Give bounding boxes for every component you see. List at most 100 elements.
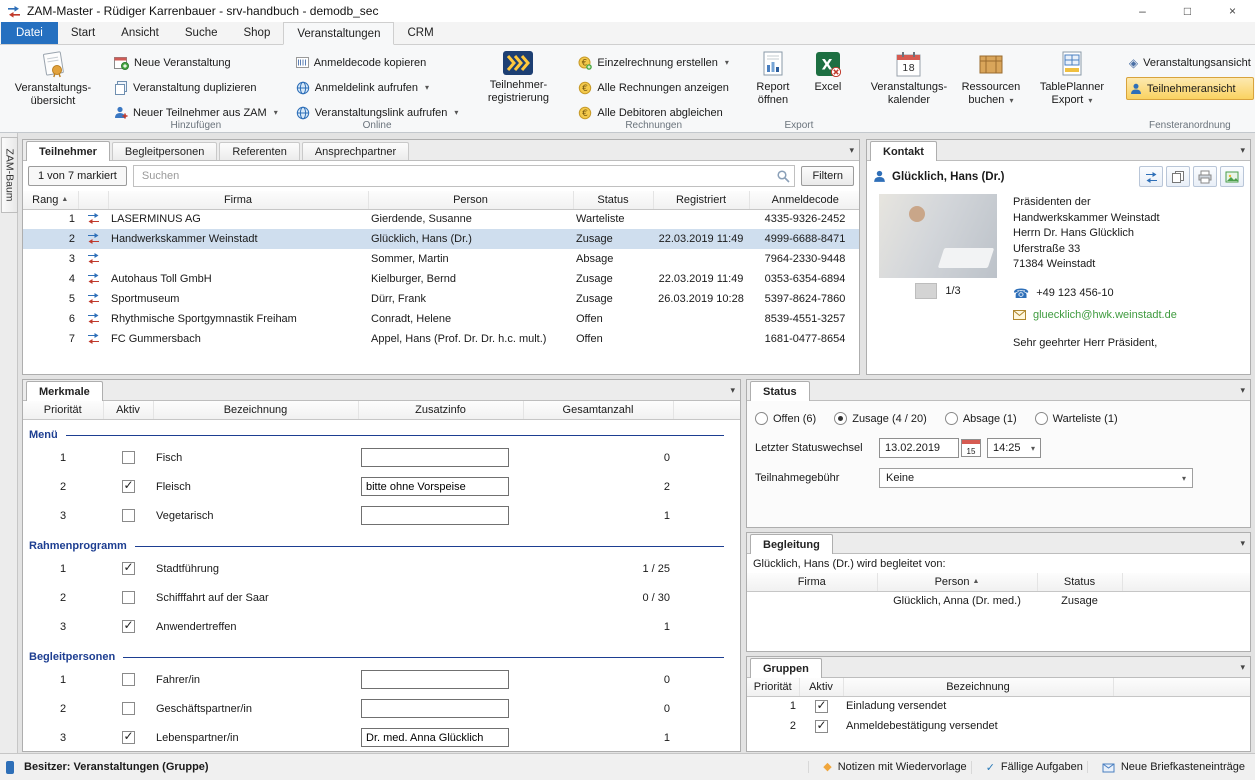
tab-merkmale[interactable]: Merkmale [26,381,103,401]
column-header-bezeichnung[interactable]: Bezeichnung [153,401,359,420]
aktiv-checkbox[interactable] [121,673,135,686]
tab-shop[interactable]: Shop [230,22,283,44]
participant-row[interactable]: 5 Sportmuseum Dürr, Frank Zusage 26.03.2… [23,289,859,309]
excel-button[interactable]: X Excel [802,49,854,96]
chevron-down-icon[interactable]: ▾ [1240,539,1245,548]
merkmal-row[interactable]: 1 Stadtführung 1 / 25 [23,554,740,583]
radio-warteliste[interactable]: Warteliste (1) [1034,412,1118,425]
participant-row[interactable]: 2 Handwerkskammer Weinstadt Glücklich, H… [23,229,859,249]
tab-kontakt[interactable]: Kontakt [870,141,937,161]
merkmal-row[interactable]: 3 Lebenspartner/in 1 [23,723,740,751]
zusatzinfo-input[interactable] [361,477,509,496]
tab-teilnehmer[interactable]: Teilnehmer [26,141,110,161]
merkmal-row[interactable]: 2 Fleisch 2 [23,472,740,501]
aktiv-checkbox[interactable] [121,560,135,575]
radio-absage[interactable]: Absage (1) [944,412,1017,425]
calendar-picker-button[interactable]: 15 [961,439,981,457]
statuswechsel-date-input[interactable]: 13.02.2019 [879,438,959,458]
column-header-prioritaet[interactable]: Priorität [23,401,104,420]
column-header-gesamtanzahl[interactable]: Gesamtanzahl [523,401,674,420]
merkmal-row[interactable]: 2 Schifffahrt auf der Saar 0 / 30 [23,583,740,612]
image-button[interactable] [1220,166,1244,187]
copy-button[interactable] [1166,166,1190,187]
zusatzinfo-input[interactable] [361,448,509,467]
column-header-firma[interactable]: Firma [108,191,369,210]
participant-row[interactable]: 7 FC Gummersbach Appel, Hans (Prof. Dr. … [23,329,859,349]
column-header-registriert[interactable]: Registriert [653,191,750,210]
aktiv-checkbox[interactable] [814,718,828,733]
tab-ansicht[interactable]: Ansicht [108,22,172,44]
ressourcen-buchen-button[interactable]: Ressourcen buchen ▾ [952,49,1030,109]
anmeldecode-kopieren-button[interactable]: Anmeldecode kopieren [293,52,462,73]
statuswechsel-time-input[interactable]: 14:25 ▾ [987,438,1041,458]
participant-row[interactable]: 1 LASERMINUS AG Gierdende, Susanne Warte… [23,209,859,229]
merkmal-row[interactable]: 3 Vegetarisch 1 [23,501,740,530]
teilnehmerregistrierung-button[interactable]: Teilnehmer-registrierung [473,49,563,107]
zusatzinfo-input[interactable] [361,506,509,525]
chevron-down-icon[interactable]: ▾ [1240,386,1245,395]
column-header-anmeldecode[interactable]: Anmeldecode [749,191,859,210]
participant-row[interactable]: 4 Autohaus Toll GmbH Kielburger, Bernd Z… [23,269,859,289]
radio-zusage[interactable]: Zusage (4 / 20) [834,412,927,425]
gruppen-row[interactable]: 1 Einladung versendet [747,696,1250,716]
column-header-rang[interactable]: Rang ▲ [23,191,79,210]
merkmal-row[interactable]: 1 Fahrer/in 0 [23,665,740,694]
faellige-aufgaben-item[interactable]: ✓ Fällige Aufgaben [970,760,1083,774]
aktiv-checkbox[interactable] [121,618,135,633]
photo-nav-button[interactable] [915,283,938,299]
veranstaltung-duplizieren-button[interactable]: Veranstaltung duplizieren [111,77,281,98]
aktiv-checkbox[interactable] [121,702,135,715]
column-header-firma[interactable]: Firma [747,573,878,592]
report-oeffnen-button[interactable]: Report öffnen [744,49,802,109]
close-button[interactable]: × [1210,0,1255,22]
column-header-bezeichnung[interactable]: Bezeichnung [843,678,1114,697]
column-header-icon[interactable] [78,191,109,210]
minimize-button[interactable]: – [1120,0,1165,22]
merkmal-row[interactable]: 3 Anwendertreffen 1 [23,612,740,641]
neue-veranstaltung-button[interactable]: Neue Veranstaltung [111,52,281,73]
veranstaltungskalender-button[interactable]: 18 Veranstaltungs-kalender [866,49,952,109]
column-header-prioritaet[interactable]: Priorität [747,678,800,697]
tab-datei[interactable]: Datei [1,22,58,44]
column-header-aktiv[interactable]: Aktiv [103,401,154,420]
aktiv-checkbox[interactable] [814,698,828,713]
chevron-down-icon[interactable]: ▾ [730,386,735,395]
zusatzinfo-input[interactable] [361,728,509,747]
alle-rechnungen-button[interactable]: € Alle Rechnungen anzeigen [575,77,732,98]
sync-button[interactable] [1139,166,1163,187]
merkmal-row[interactable]: 1 Fisch 0 [23,443,740,472]
tab-begleitpersonen[interactable]: Begleitpersonen [111,142,218,160]
zam-baum-tab[interactable]: ZAM-Baum [1,137,18,213]
anmeldelink-button[interactable]: Anmeldelink aufrufen ▾ [293,77,462,98]
column-header-status[interactable]: Status [573,191,654,210]
briefkasten-item[interactable]: Neue Briefkasteneinträge [1086,761,1245,773]
tab-referenten[interactable]: Referenten [219,142,300,160]
participant-row[interactable]: 3 Sommer, Martin Absage 7964-2330-9448 [23,249,859,269]
tab-gruppen[interactable]: Gruppen [750,658,822,678]
aktiv-checkbox[interactable] [121,509,135,522]
print-button[interactable] [1193,166,1217,187]
einzelrechnung-button[interactable]: € Einzelrechnung erstellen ▾ [575,52,732,73]
tab-suche[interactable]: Suche [172,22,231,44]
search-input[interactable] [139,169,777,183]
filter-button[interactable]: Filtern [801,166,854,186]
maximize-button[interactable]: □ [1165,0,1210,22]
teilnehmeransicht-button[interactable]: Teilnehmeransicht [1125,77,1254,100]
tab-begleitung[interactable]: Begleitung [750,534,833,554]
tab-start[interactable]: Start [58,22,108,44]
column-header-status[interactable]: Status [1037,573,1123,592]
radio-offen[interactable]: Offen (6) [755,412,816,425]
aktiv-checkbox[interactable] [121,478,135,493]
merkmal-row[interactable]: 2 Geschäftspartner/in 0 [23,694,740,723]
search-icon[interactable] [776,169,791,183]
participant-row[interactable]: 6 Rhythmische Sportgymnastik Freiham Con… [23,309,859,329]
aktiv-checkbox[interactable] [121,591,135,604]
begleitung-row[interactable]: Glücklich, Anna (Dr. med.) Zusage [747,591,1250,611]
marked-count-button[interactable]: 1 von 7 markiert [28,166,127,186]
column-header-person[interactable]: Person ▲ [877,573,1038,592]
chevron-down-icon[interactable]: ▾ [1240,146,1245,155]
tab-veranstaltungen[interactable]: Veranstaltungen [283,22,395,45]
tab-ansprechpartner[interactable]: Ansprechpartner [301,142,410,160]
column-header-aktiv[interactable]: Aktiv [799,678,844,697]
tableplanner-export-button[interactable]: TablePlanner Export ▾ [1030,49,1114,109]
